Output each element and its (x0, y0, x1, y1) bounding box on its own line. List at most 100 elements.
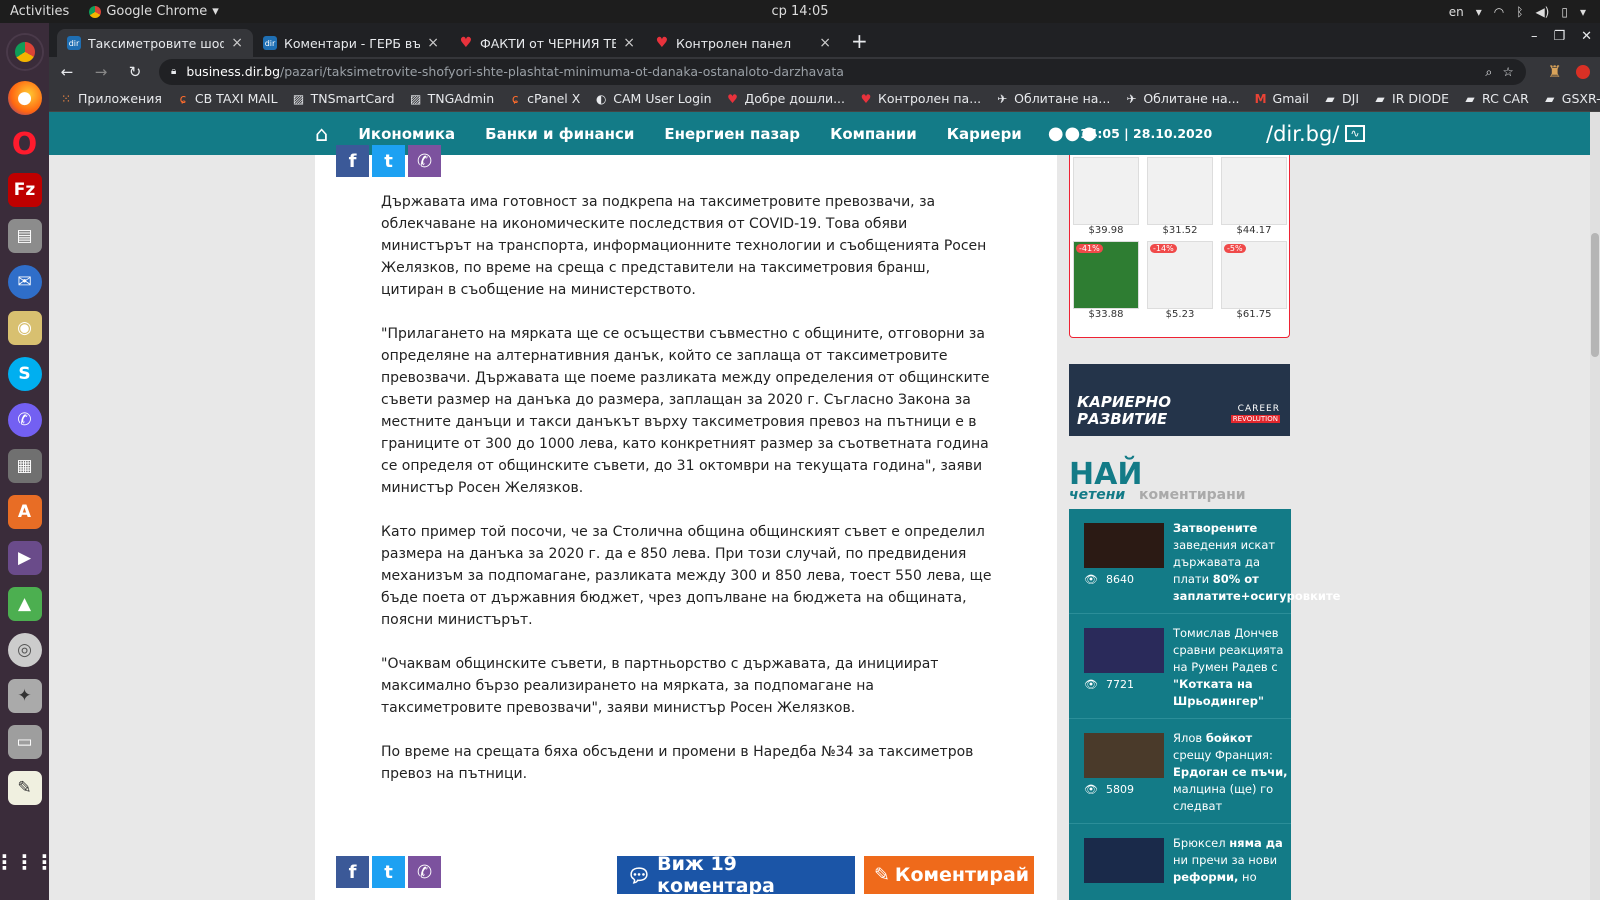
nav-energy[interactable]: Енергиен пазар (664, 125, 800, 143)
forward-icon[interactable]: → (91, 63, 111, 81)
bookmark-tnsmartcard[interactable]: ▨ TNSmartCard (292, 91, 395, 106)
photo-app-icon[interactable]: ▲ (7, 587, 42, 621)
minimize-icon[interactable]: – (1531, 29, 1538, 44)
back-icon[interactable]: ← (57, 63, 77, 81)
tab-title: Контролен панел (676, 35, 792, 51)
file-manager-icon[interactable]: ▤ (7, 219, 42, 253)
bookmark-flight-2[interactable]: ✈ Облитане на... (1124, 91, 1239, 106)
address-bar[interactable]: 🔒︎ business.dir.bg/pazari/taksimetrovite… (159, 58, 1526, 85)
product-ad[interactable]: $39.98 $31.52 $44.17 -41% $33.88 -14% $5.2… (1069, 155, 1290, 338)
dock: ● O Fz ▤ ✉ ◉ S ✆ ▦ A ▶ ▲ ◎ ✦ ▭ ✎ ⋮⋮⋮ (0, 23, 55, 900)
clock[interactable]: ср 14:05 (0, 4, 1600, 19)
window-controls: – ❐ ✕ (1531, 29, 1592, 44)
activities-button[interactable]: Activities (10, 4, 69, 19)
view-comments-button[interactable]: 💬︎ Виж 19 коментара (617, 853, 855, 897)
tab-facts[interactable]: ♥ ФАКТИ от ЧЕРНИЯ ТЕФТЕР × (449, 29, 645, 57)
facebook-icon[interactable]: f (336, 856, 369, 888)
image-viewer-icon[interactable]: ✎ (7, 771, 42, 805)
ad-product[interactable]: -5% $61.75 (1221, 241, 1287, 320)
ad-product[interactable]: -14% $5.23 (1147, 241, 1213, 320)
extension-icon[interactable]: ♜ (1548, 62, 1562, 81)
bookmark-tngadmin[interactable]: ▨ TNGAdmin (409, 91, 494, 106)
career-banner[interactable]: КАРИЕРНО РАЗВИТИЕ CAREER REVOLUTION (1069, 364, 1290, 436)
heart-icon: ♥ (860, 91, 872, 106)
nav-economy[interactable]: Икономика (358, 125, 455, 143)
drive-icon[interactable]: ▭ (7, 725, 42, 759)
lock-icon: 🔒︎ (171, 66, 177, 77)
close-icon[interactable]: × (231, 35, 243, 51)
new-tab-button[interactable]: + (851, 29, 868, 53)
chrome-icon[interactable] (7, 35, 42, 69)
disc-burner-icon[interactable]: ◎ (7, 633, 42, 667)
bookmark-control-panel[interactable]: ♥ Контролен па... (859, 91, 982, 106)
scrollbar-thumb[interactable] (1591, 233, 1599, 357)
restore-icon[interactable]: ❐ (1553, 29, 1565, 44)
close-icon[interactable]: × (623, 35, 635, 51)
viber-icon[interactable]: ✆ (7, 403, 42, 437)
nav-banks[interactable]: Банки и финанси (485, 125, 634, 143)
tab-taxi[interactable]: dir Таксиметровите шофьори × (57, 29, 253, 57)
skype-icon[interactable]: S (7, 357, 42, 391)
language-indicator[interactable]: en (1449, 5, 1464, 19)
bookmark-gsxr[interactable]: ▰GSXR-750 (1543, 91, 1600, 106)
bookmark-cpanel[interactable]: ɕ cPanel X (508, 91, 580, 106)
dir-logo[interactable]: /dir.bg/∿ (1266, 122, 1365, 146)
bookmark-flight-1[interactable]: ✈ Облитане на... (995, 91, 1110, 106)
settings-icon[interactable]: ✦ (7, 679, 42, 713)
bookmark-rc-car[interactable]: ▰ RC CAR (1463, 91, 1528, 106)
page-scrollbar[interactable] (1590, 112, 1600, 900)
close-window-icon[interactable]: ✕ (1581, 29, 1592, 44)
twitter-icon[interactable]: t (372, 856, 405, 888)
viber-icon[interactable]: ✆ (408, 856, 441, 888)
tab-most-commented[interactable]: коментирани (1139, 487, 1246, 503)
bookmark-welcome[interactable]: ♥ Добре дошли... (726, 91, 845, 106)
bookmark-ir-diode[interactable]: ▰ IR DIODE (1373, 91, 1449, 106)
home-icon[interactable]: ⌂ (315, 122, 328, 146)
list-item[interactable]: 👁︎ 5809 Ялов бойкот срещу Франция: Ердога… (1069, 719, 1291, 824)
tab-most-read[interactable]: четени (1069, 487, 1125, 503)
firefox-icon[interactable]: ● (7, 81, 42, 115)
list-item[interactable]: 👁︎ 7721 Томислав Дончев сравни реакцията … (1069, 614, 1291, 719)
filezilla-icon[interactable]: Fz (7, 173, 42, 207)
bookmark-gmail[interactable]: M Gmail (1254, 91, 1309, 106)
software-center-icon[interactable]: A (7, 495, 42, 529)
nav-careers[interactable]: Кариери (947, 125, 1022, 143)
close-icon[interactable]: × (427, 35, 439, 51)
app-name: Google Chrome (106, 4, 208, 19)
drone-icon: ✈ (1126, 91, 1137, 106)
product-image (1221, 157, 1287, 225)
bookmark-dji[interactable]: ▰ DJI (1323, 91, 1359, 106)
ad-product[interactable]: $44.17 (1221, 157, 1287, 236)
list-item[interactable]: Брюксел няма да ни пречи за нови реформи… (1069, 824, 1291, 900)
most-header: НАЙ четени коментирани (1069, 457, 1291, 503)
reload-icon[interactable]: ↻ (125, 63, 145, 81)
tab-comments[interactable]: dir Коментари - ГЕРБ въведе × (253, 29, 449, 57)
video-editor-icon[interactable]: ▶ (7, 541, 42, 575)
rhythmbox-icon[interactable]: ◉ (7, 311, 42, 345)
viber-icon[interactable]: ✆ (408, 145, 441, 177)
comment-button[interactable]: ✎ Коментирай (864, 856, 1034, 894)
bookmark-apps[interactable]: ⁙ Приложения (59, 91, 162, 106)
twitter-icon[interactable]: t (372, 145, 405, 177)
opera-icon[interactable]: O (8, 127, 42, 162)
cpanel-icon: ɕ (511, 91, 519, 106)
system-tray[interactable]: en ▾ ◠ ᛒ ◀) ▯ ▾ (1449, 0, 1586, 23)
bookmark-cam-login[interactable]: ◐ CAM User Login (594, 91, 711, 106)
ad-product[interactable]: $39.98 (1073, 157, 1139, 236)
profile-icon[interactable] (1576, 64, 1590, 79)
app-menu[interactable]: Google Chrome ▾ (89, 4, 219, 19)
list-item[interactable]: 👁︎ 8640 Затворените заведения искат държа… (1069, 509, 1340, 614)
facebook-icon[interactable]: f (336, 145, 369, 177)
thunderbird-icon[interactable]: ✉ (7, 265, 42, 299)
zoom-icon[interactable]: ⌕ (1485, 64, 1492, 80)
tab-control-panel[interactable]: ♥ Контролен панел × (645, 29, 841, 57)
bookmark-cb-taxi-mail[interactable]: ɕ CB TAXI MAIL (176, 91, 278, 106)
show-apps-icon[interactable]: ⋮⋮⋮ (0, 845, 55, 879)
article-paragraph: "Очаквам общинските съвети, в партньорст… (381, 656, 939, 716)
star-icon[interactable]: ☆ (1502, 64, 1513, 79)
calculator-icon[interactable]: ▦ (7, 449, 42, 483)
nav-companies[interactable]: Компании (830, 125, 917, 143)
ad-product[interactable]: $31.52 (1147, 157, 1213, 236)
close-icon[interactable]: × (819, 35, 831, 51)
ad-product[interactable]: -41% $33.88 (1073, 241, 1139, 320)
